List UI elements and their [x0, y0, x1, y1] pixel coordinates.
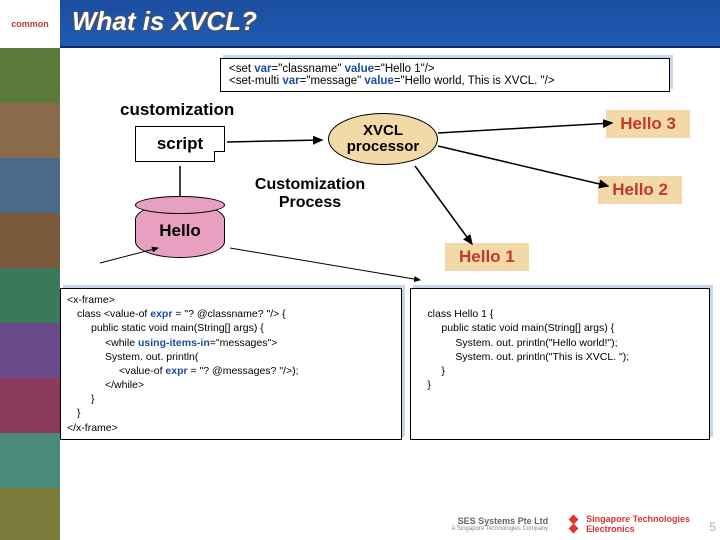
code-keyword: value: [364, 75, 393, 87]
code-text: <set-multi: [229, 75, 282, 87]
code-line: </while>: [67, 378, 395, 392]
code-text: ="message": [300, 75, 365, 87]
code-text: ="Hello world, This is XVCL. "/>: [394, 75, 555, 87]
code-keyword: value: [345, 63, 374, 75]
script-label: script: [157, 134, 203, 154]
page-title: What is XVCL?: [72, 6, 257, 37]
code-line: class <value-of expr = "? @classname? "/…: [67, 307, 395, 321]
slide-content: <set var="classname" value="Hello 1"/> <…: [60, 48, 720, 540]
hello-node: Hello: [135, 203, 225, 258]
logo-text: common: [11, 19, 49, 29]
code-text: <set: [229, 63, 254, 75]
hello2-node: Hello 2: [598, 176, 682, 204]
code-keyword: var: [282, 75, 299, 87]
code-keyword: var: [254, 63, 271, 75]
xvcl-processor-node: XVCL processor: [328, 113, 438, 165]
code-line: System. out. println("Hello world!");: [417, 336, 703, 350]
xvcl-processor-label: XVCL processor: [329, 123, 437, 156]
page-number: 5: [709, 520, 716, 534]
code-boxes-row: <x-frame> class <value-of expr = "? @cla…: [60, 288, 710, 440]
code-line: <while using-items-in="messages">: [67, 336, 395, 350]
script-box: script: [135, 126, 225, 162]
st-mark-icon: [566, 516, 582, 532]
code-line: }: [67, 406, 395, 420]
ste-name: Singapore Technologies: [586, 514, 690, 524]
code-text: ="Hello 1"/>: [374, 63, 435, 75]
set-code-box: <set var="classname" value="Hello 1"/> <…: [220, 58, 670, 92]
hello1-node: Hello 1: [445, 243, 529, 271]
ses-logo: SES Systems Pte Ltd A Singapore Technolo…: [452, 516, 549, 532]
hello3-node: Hello 3: [606, 110, 690, 138]
ste-name2: Electronics: [586, 524, 690, 534]
code-line: }: [67, 392, 395, 406]
code-line: System. out. println(: [67, 350, 395, 364]
code-line: public static void main(String[] args) {: [417, 321, 703, 335]
customization-process-label: Customization Process: [240, 176, 380, 211]
footer-logos: SES Systems Pte Ltd A Singapore Technolo…: [452, 514, 690, 534]
xframe-code-box: <x-frame> class <value-of expr = "? @cla…: [60, 288, 402, 440]
hello-label: Hello: [159, 221, 201, 241]
code-line: System. out. println("This is XVCL. ");: [417, 350, 703, 364]
code-line: }: [417, 364, 703, 378]
ste-logo: Singapore Technologies Electronics: [566, 514, 690, 534]
code-text: ="classname": [272, 63, 345, 75]
ses-name: SES Systems Pte Ltd: [452, 516, 549, 526]
output-code-box: class Hello 1 { public static void main(…: [410, 288, 710, 440]
code-line: <x-frame>: [67, 294, 115, 306]
code-line: class Hello 1 {: [417, 307, 703, 321]
code-line: }: [417, 378, 703, 392]
customization-label: customization: [120, 100, 234, 120]
ses-sub: A Singapore Technologies Company: [452, 526, 549, 532]
code-line: public static void main(String[] args) {: [67, 321, 395, 335]
logo: common: [0, 0, 60, 48]
code-line: <value-of expr = "? @messages? "/>);: [67, 364, 395, 378]
photo-strip: [0, 48, 60, 540]
code-line: </x-frame>: [67, 422, 118, 434]
